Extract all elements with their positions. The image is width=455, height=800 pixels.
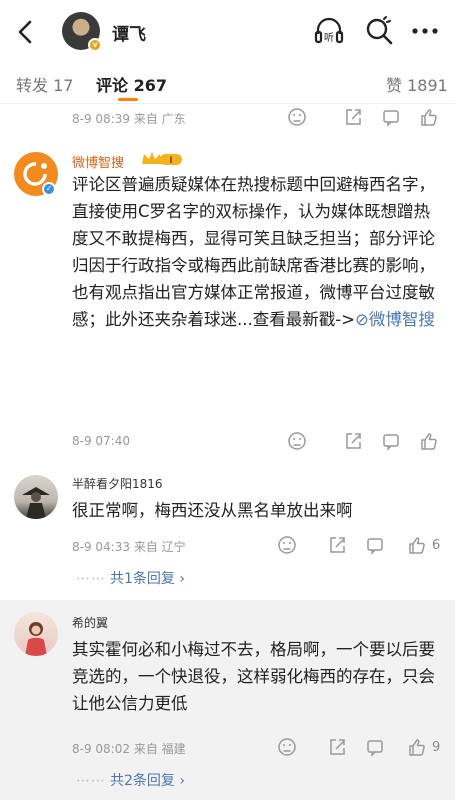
comment-meta: 8-9 04:33 来自 辽宁 6 bbox=[72, 534, 447, 558]
verified-badge-icon: ✓ bbox=[42, 182, 56, 196]
comment-date: 8-9 04:33 bbox=[72, 540, 130, 554]
like-thumb-icon[interactable] bbox=[406, 534, 428, 556]
vip-level: I bbox=[169, 156, 172, 166]
comment-icon[interactable] bbox=[380, 430, 402, 452]
tab-bar: 转发 17 评论 267 赞 1891 bbox=[0, 64, 455, 104]
comment-text: 很正常啊，梅西还没从黑名单放出来啊 bbox=[72, 501, 353, 520]
listen-label: 听 bbox=[324, 32, 334, 44]
comment-username[interactable]: 微博智搜 bbox=[72, 152, 124, 171]
dislike-face-icon[interactable] bbox=[286, 430, 308, 452]
user-avatar[interactable] bbox=[14, 612, 58, 656]
comment-location: 来自 广东 bbox=[133, 112, 186, 126]
like-count: 9 bbox=[432, 740, 441, 755]
weibo-smart-search-link[interactable]: ⊘微博智搜 bbox=[355, 310, 435, 329]
more-icon[interactable] bbox=[408, 14, 442, 48]
comment-text: 评论区普遍质疑媒体在热搜标题中回避梅西名字，直接使用C罗名字的双标操作，认为媒体… bbox=[72, 175, 435, 329]
prev-comment-meta: 8-9 08:39 来自 广东 bbox=[72, 106, 447, 130]
comment-date: 8-9 08:02 bbox=[72, 742, 130, 756]
share-icon[interactable] bbox=[326, 736, 348, 758]
like-count: 6 bbox=[432, 538, 441, 553]
listen-headphone-icon[interactable]: 听 bbox=[312, 14, 346, 48]
like-thumb-icon[interactable] bbox=[418, 106, 440, 128]
share-icon[interactable] bbox=[342, 106, 364, 128]
top-bar: v 谭飞 听 bbox=[0, 0, 455, 64]
comment-date: 8-9 08:39 bbox=[72, 112, 130, 126]
author-name[interactable]: 谭飞 bbox=[112, 20, 146, 45]
comment-text: 其实霍何必和小梅过不去，格局啊，一个要以后要竞选的，一个快退役，这样弱化梅西的存… bbox=[72, 640, 435, 713]
search-icon[interactable] bbox=[362, 14, 396, 48]
comment-meta: 8-9 07:40 bbox=[72, 430, 447, 454]
vip-crown-badge-icon: I bbox=[142, 152, 182, 166]
like-thumb-icon[interactable] bbox=[406, 736, 428, 758]
comment-location: 来自 辽宁 bbox=[133, 540, 186, 554]
share-icon[interactable] bbox=[326, 534, 348, 556]
active-tab-indicator bbox=[118, 98, 138, 101]
like-thumb-icon[interactable] bbox=[418, 430, 440, 452]
avatar-figure-icon bbox=[22, 487, 50, 519]
dislike-face-icon[interactable] bbox=[286, 106, 308, 128]
comment-date: 8-9 07:40 bbox=[72, 434, 130, 448]
view-replies-link[interactable]: ⋯⋯ 共1条回复 › bbox=[76, 568, 185, 588]
tab-likes[interactable]: 赞 1891 bbox=[386, 72, 448, 96]
comment-icon[interactable] bbox=[364, 736, 386, 758]
dislike-face-icon[interactable] bbox=[276, 534, 298, 556]
dislike-face-icon[interactable] bbox=[276, 736, 298, 758]
comment-username[interactable]: 半醉看夕阳1816 bbox=[72, 475, 163, 492]
comment-icon[interactable] bbox=[364, 534, 386, 556]
view-replies-link[interactable]: ⋯⋯ 共2条回复 › bbox=[76, 770, 185, 790]
back-arrow-icon[interactable] bbox=[14, 18, 38, 46]
comment-location: 来自 福建 bbox=[133, 742, 186, 756]
share-icon[interactable] bbox=[342, 430, 364, 452]
tab-comments[interactable]: 评论 267 bbox=[96, 72, 167, 96]
comment-username[interactable]: 希的翼 bbox=[72, 614, 108, 631]
user-avatar[interactable] bbox=[14, 475, 58, 519]
tab-repost[interactable]: 转发 17 bbox=[16, 72, 73, 96]
comment-meta: 8-9 08:02 来自 福建 9 bbox=[72, 736, 447, 760]
avatar-portrait-icon bbox=[25, 622, 47, 656]
verified-badge-icon: v bbox=[88, 38, 102, 52]
comment-icon[interactable] bbox=[380, 106, 402, 128]
